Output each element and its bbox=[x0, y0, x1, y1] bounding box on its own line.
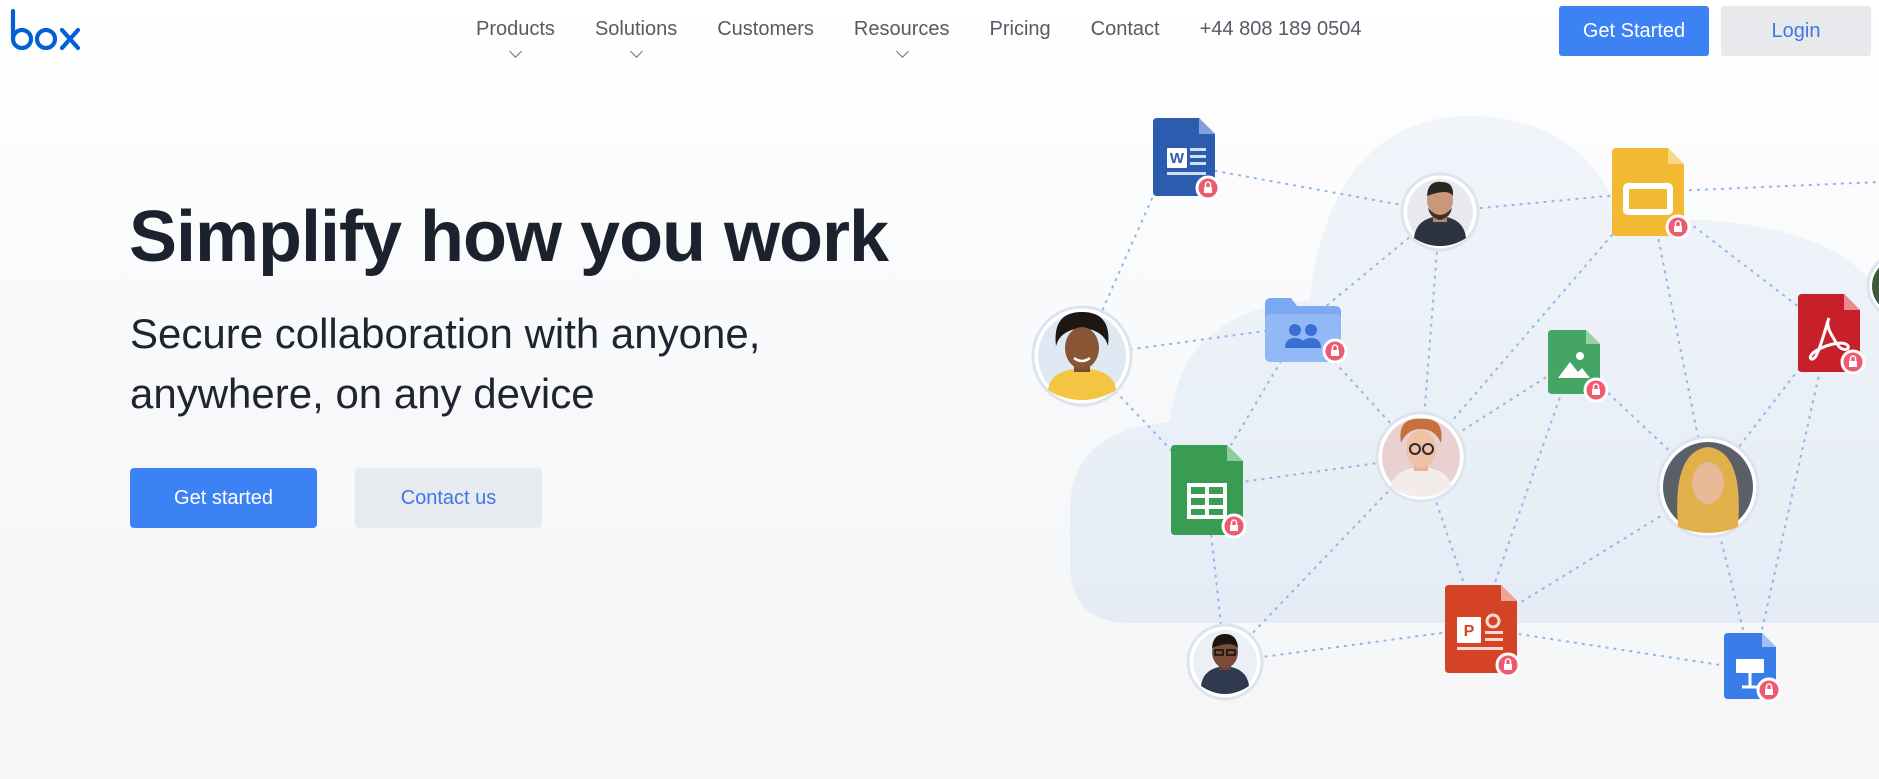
hero-contact-us-button[interactable]: Contact us bbox=[355, 468, 542, 528]
user-avatar bbox=[1186, 623, 1264, 701]
nav-customers-label: Customers bbox=[717, 18, 814, 40]
hero-subtitle: Secure collaboration with anyone, anywhe… bbox=[130, 310, 761, 417]
lock-icon bbox=[1221, 513, 1247, 539]
svg-text:P: P bbox=[1464, 623, 1475, 640]
nav-contact-label: Contact bbox=[1090, 18, 1160, 40]
svg-text:W: W bbox=[1170, 150, 1185, 167]
nav-resources-label: Resources bbox=[853, 18, 950, 40]
phone-link[interactable]: +44 808 189 0504 bbox=[1200, 14, 1362, 41]
lock-icon bbox=[1195, 175, 1221, 201]
main-menu: Products Solutions Customers Resources P… bbox=[476, 14, 1362, 58]
chevron-down-icon bbox=[509, 45, 523, 58]
user-avatar bbox=[1375, 411, 1467, 503]
chevron-down-icon bbox=[895, 45, 909, 58]
nav-solutions-label: Solutions bbox=[594, 18, 678, 40]
chevron-down-icon bbox=[630, 45, 643, 58]
nav-pricing-label: Pricing bbox=[989, 18, 1051, 40]
lock-icon bbox=[1756, 677, 1782, 703]
nav-products-label: Products bbox=[476, 18, 555, 40]
user-avatar bbox=[1031, 305, 1133, 407]
lock-icon bbox=[1665, 214, 1691, 240]
nav-resources[interactable]: Resources bbox=[853, 14, 950, 58]
get-started-button[interactable]: Get Started bbox=[1559, 6, 1709, 56]
top-navigation: Products Solutions Customers Resources P… bbox=[0, 0, 1879, 66]
nav-customers[interactable]: Customers bbox=[717, 14, 814, 55]
nav-contact[interactable]: Contact bbox=[1091, 14, 1160, 55]
nav-products[interactable]: Products bbox=[476, 14, 555, 58]
nav-solutions[interactable]: Solutions bbox=[594, 14, 678, 58]
collaboration-network-illustration: W P bbox=[1031, 115, 1879, 703]
lock-icon bbox=[1583, 377, 1609, 403]
hero-title: Simplify how you work bbox=[129, 197, 889, 277]
lock-icon bbox=[1322, 338, 1348, 364]
lock-icon bbox=[1495, 652, 1521, 678]
nav-pricing[interactable]: Pricing bbox=[990, 14, 1051, 55]
lock-icon bbox=[1840, 349, 1866, 375]
box-logo[interactable] bbox=[10, 8, 88, 52]
hero-get-started-button[interactable]: Get started bbox=[130, 468, 317, 528]
login-button[interactable]: Login bbox=[1721, 6, 1871, 56]
user-avatar bbox=[1400, 172, 1480, 252]
user-avatar bbox=[1656, 435, 1760, 539]
